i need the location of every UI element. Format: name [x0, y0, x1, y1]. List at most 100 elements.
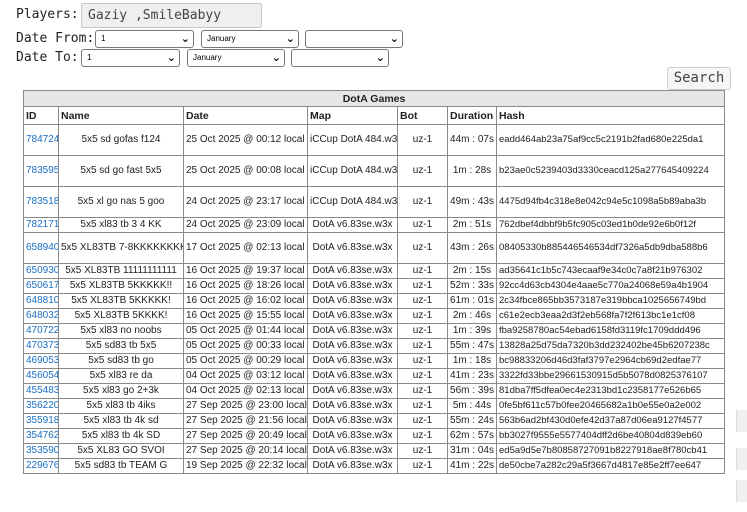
game-name: 5x5 xl83 tb 4iks: [58, 398, 184, 414]
game-bot: uz-1: [397, 186, 448, 218]
game-bot: uz-1: [397, 383, 448, 399]
to-month-value: January: [193, 53, 222, 62]
game-id-link[interactable]: 470373: [26, 340, 58, 351]
game-id-link[interactable]: 783595: [26, 165, 58, 176]
game-hash: 2c34fbce865bb3573187e319bbca1025656749bd: [495, 293, 726, 309]
game-name: 5x5 sd83 tb TEAM G: [58, 458, 184, 474]
table-row: 470722 5x5 xl83 no noobs 05 Oct 2025 @ 01:…: [23, 323, 726, 339]
game-bot: uz-1: [397, 413, 448, 429]
game-id-link[interactable]: 782171: [26, 219, 58, 230]
from-day-select[interactable]: 1 ⌄: [95, 30, 194, 48]
from-month-select[interactable]: January ⌄: [201, 30, 299, 48]
game-date: 05 Oct 2025 @ 01:44 local: [183, 323, 308, 339]
game-map: DotA v6.83se.w3x: [307, 232, 398, 264]
game-duration: 61m : 01s: [447, 293, 497, 309]
players-input[interactable]: Gaziy ,SmileBabyy: [81, 3, 262, 28]
game-id-link[interactable]: 470722: [26, 325, 58, 336]
game-date: 25 Oct 2025 @ 00:08 local: [183, 155, 308, 187]
game-hash: bc98833206d46d3faf3797e2964cb69d2edfae77: [495, 353, 726, 369]
game-id-link[interactable]: 650617: [26, 280, 58, 291]
table-row: 355918 5x5 xl83 tb 4k sd 27 Sep 2025 @ 21:…: [23, 413, 726, 429]
side-panel-tab[interactable]: [736, 480, 747, 502]
id-cell: 354762: [23, 428, 59, 444]
game-date: 25 Oct 2025 @ 00:12 local: [183, 124, 308, 156]
game-id-link[interactable]: 356220: [26, 400, 58, 411]
chevron-down-icon: ⌄: [285, 32, 295, 45]
table-row: 353590 5x5 XL83 GO SVOI 27 Sep 2025 @ 20:1…: [23, 443, 726, 459]
id-cell: 648810: [23, 293, 59, 309]
game-name: 5x5 xl83 no noobs: [58, 323, 184, 339]
game-id-link[interactable]: 353590: [26, 445, 58, 456]
game-map: DotA v6.83se.w3x: [307, 338, 398, 354]
game-id-link[interactable]: 783518: [26, 196, 58, 207]
game-id-link[interactable]: 469053: [26, 355, 58, 366]
table-row: 658940 5x5 XL83TB 7-8KKKKKKKK! 17 Oct 2025…: [23, 232, 726, 264]
id-cell: 783518: [23, 186, 59, 218]
id-cell: 650617: [23, 278, 59, 294]
game-duration: 2m : 15s: [447, 263, 497, 279]
game-id-link[interactable]: 456054: [26, 370, 58, 381]
game-duration: 52m : 33s: [447, 278, 497, 294]
id-cell: 650930: [23, 263, 59, 279]
game-map: iCCup DotA 484.w3x: [307, 124, 398, 156]
table-row: 455483 5x5 xl83 go 2+3k 04 Oct 2025 @ 02:1…: [23, 383, 726, 399]
game-hash: 92cc4d63cb4304e4aae5c770a24068e59a4b1904: [495, 278, 726, 294]
game-hash: de50cbe7a282c29a5f3667d4817e85e2ff7ee647: [495, 458, 726, 474]
game-map: iCCup DotA 484.w3x: [307, 155, 398, 187]
game-id-link[interactable]: 648810: [26, 295, 58, 306]
game-bot: uz-1: [397, 278, 448, 294]
game-id-link[interactable]: 650930: [26, 265, 58, 276]
game-date: 16 Oct 2025 @ 19:37 local: [183, 263, 308, 279]
game-hash: eadd464ab23a75af9cc5c2191b2fad680e225da1: [495, 124, 726, 156]
game-duration: 2m : 51s: [447, 217, 497, 233]
game-bot: uz-1: [397, 368, 448, 384]
game-name: 5x5 XL83TB 5KKKKK!: [58, 293, 184, 309]
table-row: 783595 5x5 sd go fast 5x5 25 Oct 2025 @ 00…: [23, 155, 726, 187]
id-cell: 470722: [23, 323, 59, 339]
game-bot: uz-1: [397, 338, 448, 354]
id-cell: 783595: [23, 155, 59, 187]
side-panel-tab[interactable]: [736, 448, 747, 470]
game-duration: 49m : 43s: [447, 186, 497, 218]
chevron-down-icon: ⌄: [180, 32, 190, 45]
game-map: iCCup DotA 484.w3x: [307, 186, 398, 218]
game-map: DotA v6.83se.w3x: [307, 398, 398, 414]
game-date: 17 Oct 2025 @ 02:13 local: [183, 232, 308, 264]
game-date: 24 Oct 2025 @ 23:09 local: [183, 217, 308, 233]
game-id-link[interactable]: 354762: [26, 430, 58, 441]
column-header: Date: [183, 106, 308, 125]
game-id-link[interactable]: 784724: [26, 134, 58, 145]
game-id-link[interactable]: 355918: [26, 415, 58, 426]
game-map: DotA v6.83se.w3x: [307, 293, 398, 309]
game-name: 5x5 xl83 re da: [58, 368, 184, 384]
game-name: 5x5 xl83 tb 3 4 KK: [58, 217, 184, 233]
game-hash: 0fe5bf611c57b0fee20465682a1b0e55e0a2e002: [495, 398, 726, 414]
game-bot: uz-1: [397, 263, 448, 279]
game-hash: ed5a9d5e7b80858727091b8227918ae8f780cb41: [495, 443, 726, 459]
game-map: DotA v6.83se.w3x: [307, 458, 398, 474]
table-header-row: ID Name Date Map Bot Duration Hash: [23, 106, 726, 125]
chevron-down-icon: ⌄: [271, 51, 281, 64]
game-name: 5x5 sd gofas f124: [58, 124, 184, 156]
chevron-down-icon: ⌄: [375, 51, 385, 64]
game-date: 05 Oct 2025 @ 00:33 local: [183, 338, 308, 354]
game-duration: 1m : 39s: [447, 323, 497, 339]
to-year-select[interactable]: ⌄: [291, 49, 389, 67]
search-button[interactable]: Search: [667, 67, 731, 90]
game-id-link[interactable]: 648032: [26, 310, 58, 321]
from-month-value: January: [207, 34, 236, 43]
table-body: 784724 5x5 sd gofas f124 25 Oct 2025 @ 00:…: [23, 124, 726, 474]
id-cell: 456054: [23, 368, 59, 384]
game-map: DotA v6.83se.w3x: [307, 278, 398, 294]
players-label: Players:: [16, 7, 79, 22]
side-panel-tab[interactable]: [736, 410, 747, 432]
to-day-select[interactable]: 1 ⌄: [81, 49, 180, 67]
game-id-link[interactable]: 658940: [26, 242, 58, 253]
from-year-select[interactable]: ⌄: [305, 30, 403, 48]
to-month-select[interactable]: January ⌄: [187, 49, 285, 67]
game-id-link[interactable]: 455483: [26, 385, 58, 396]
game-hash: 3322fd33bbe29661530915d5b5078d0825376107: [495, 368, 726, 384]
game-bot: uz-1: [397, 232, 448, 264]
game-hash: 563b6ad2bf430d0efe42d37a87d06ea9127f4577: [495, 413, 726, 429]
game-id-link[interactable]: 229676: [26, 460, 58, 471]
